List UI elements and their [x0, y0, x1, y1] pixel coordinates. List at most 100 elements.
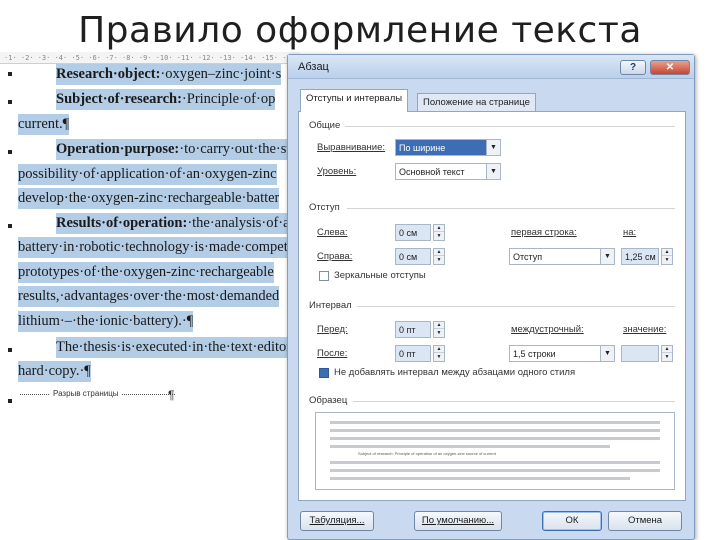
line-spacing-select[interactable]: 1,5 строки ▼: [509, 345, 615, 362]
level-label-text: Уровень:: [317, 166, 357, 177]
doc-line-1: Research·object:·oxygen–zinc·joint·s: [56, 64, 282, 85]
after-spinner[interactable]: ▲ ▼: [433, 345, 445, 362]
before-input[interactable]: 0 пт: [395, 321, 431, 338]
level-value: Основной текст: [399, 167, 465, 177]
help-button[interactable]: ?: [620, 60, 646, 75]
spin-down-icon[interactable]: ▼: [434, 257, 444, 264]
doc-line-6-text: develop·the·oxygen-zinc·rechargeable·bat…: [18, 190, 280, 206]
doc-line-2-bold: Subject·of·research:: [56, 91, 182, 107]
at-spinner[interactable]: ▲ ▼: [661, 345, 673, 362]
spin-up-icon[interactable]: ▲: [434, 322, 444, 329]
paragraph-mark: [8, 150, 12, 154]
preview-line: [330, 469, 660, 472]
set-default-button-label: По умолчанию...: [421, 515, 495, 526]
general-heading: Общие: [309, 120, 341, 131]
before-label-text: Перед:: [317, 324, 348, 335]
preview-divider: [353, 401, 675, 402]
indent-heading: Отступ: [309, 202, 340, 213]
doc-line-12-text: The·thesis·is·executed·in·the·text·edito…: [56, 339, 292, 355]
preview-box: Subject of research: Principle of operat…: [315, 412, 675, 490]
spin-up-icon[interactable]: ▲: [434, 249, 444, 256]
paragraph-mark: [8, 100, 12, 104]
after-label: После:: [317, 348, 347, 359]
first-line-select[interactable]: Отступ ▼: [509, 248, 615, 265]
line-spacing-label-text: междустрочный:: [511, 324, 584, 335]
tab-indents-spacing[interactable]: Отступы и интервалы: [300, 89, 409, 112]
spin-down-icon[interactable]: ▼: [434, 330, 444, 337]
preview-line: [330, 429, 660, 432]
left-indent-label: Слева:: [317, 227, 348, 238]
paragraph-dialog: Абзац ? ✕ Отступы и интервалы Положение …: [287, 54, 695, 540]
chevron-down-icon[interactable]: ▼: [600, 346, 614, 361]
doc-line-3-text: current.¶: [18, 116, 70, 132]
right-indent-spinner[interactable]: ▲ ▼: [433, 248, 445, 265]
right-indent-input[interactable]: 0 см: [395, 248, 431, 265]
tabs-button[interactable]: Табуляция...: [300, 511, 374, 531]
spin-up-icon[interactable]: ▲: [662, 249, 672, 256]
tab-panel: Общие Выравнивание: По ширине ▼ Уровень: …: [298, 111, 686, 501]
spin-down-icon[interactable]: ▼: [662, 354, 672, 361]
doc-line-7: Results·of·operation:·the·analysis·of·a: [56, 213, 290, 234]
preview-line: [330, 477, 630, 480]
first-line-label-text: первая строка:: [511, 227, 577, 238]
paragraph-mark: [8, 399, 12, 403]
before-spinner[interactable]: ▲ ▼: [433, 321, 445, 338]
level-label: Уровень:: [317, 166, 356, 177]
line-spacing-label: междустрочный:: [511, 324, 584, 335]
dialog-titlebar[interactable]: Абзац ? ✕: [288, 55, 694, 79]
mirror-indents-checkbox[interactable]: [319, 271, 329, 281]
spin-down-icon[interactable]: ▼: [434, 233, 444, 240]
slide-title: Правило оформление текста: [78, 10, 642, 51]
set-default-button[interactable]: По умолчанию...: [414, 511, 502, 531]
doc-line-4-bold: Operation·purpose:: [56, 141, 180, 157]
doc-line-9-text: prototypes·of·the·oxygen-zinc·rechargeab…: [18, 264, 274, 280]
no-space-checkbox[interactable]: [319, 368, 329, 378]
preview-line: [330, 445, 610, 448]
doc-line-11-text: lithium·–·the·ionic·battery).·¶: [18, 313, 194, 329]
close-button[interactable]: ✕: [650, 60, 690, 75]
line-spacing-value: 1,5 строки: [513, 349, 556, 359]
ok-button[interactable]: ОК: [542, 511, 602, 531]
before-label: Перед:: [317, 324, 348, 335]
by-label: на:: [623, 227, 636, 238]
no-space-label: Не добавлять интервал между абзацами одн…: [334, 367, 576, 378]
doc-line-4-text: ·to·carry·out·the·sta: [179, 141, 297, 157]
doc-line-7-bold: Results·of·operation:: [56, 215, 188, 231]
first-line-value: Отступ: [513, 252, 543, 262]
alignment-select[interactable]: По ширине ▼: [395, 139, 501, 156]
spin-down-icon[interactable]: ▼: [434, 354, 444, 361]
tab-line-page-breaks[interactable]: Положение на странице: [417, 93, 536, 111]
preview-sample-text: Subject of research: Principle of operat…: [358, 451, 496, 456]
by-spinner[interactable]: ▲ ▼: [661, 248, 673, 265]
at-input[interactable]: [621, 345, 659, 362]
cancel-button[interactable]: Отмена: [608, 511, 682, 531]
doc-line-5: possibility·of·application·of·an·oxygen-…: [18, 164, 277, 185]
after-input[interactable]: 0 пт: [395, 345, 431, 362]
spin-down-icon[interactable]: ▼: [662, 257, 672, 264]
alignment-label: Выравнивание:: [317, 142, 385, 153]
spin-up-icon[interactable]: ▲: [434, 225, 444, 232]
spin-up-icon[interactable]: ▲: [662, 346, 672, 353]
level-select[interactable]: Основной текст ▼: [395, 163, 501, 180]
at-label-text: значение:: [623, 324, 667, 335]
by-input[interactable]: 1,25 см: [621, 248, 659, 265]
doc-line-8-text: battery·in·robotic·technology·is·made·co…: [18, 239, 288, 255]
doc-line-1-text: ·oxygen–zinc·joint·s: [160, 66, 282, 82]
document-page: Research·object:·oxygen–zinc·joint·s Sub…: [0, 64, 300, 540]
doc-line-11: lithium·–·the·ionic·battery).·¶: [18, 311, 194, 332]
left-indent-spinner[interactable]: ▲ ▼: [433, 224, 445, 241]
doc-line-2-text: ·Principle·of·op: [181, 91, 276, 107]
spacing-heading: Интервал: [309, 300, 352, 311]
chevron-down-icon[interactable]: ▼: [600, 249, 614, 264]
chevron-down-icon[interactable]: ▼: [486, 164, 500, 179]
doc-line-5-text: possibility·of·application·of·an·oxygen-…: [18, 166, 277, 182]
spin-up-icon[interactable]: ▲: [434, 346, 444, 353]
doc-line-8: battery·in·robotic·technology·is·made·co…: [18, 237, 288, 258]
indent-divider: [347, 208, 675, 209]
doc-line-7-text: ·the·analysis·of·a: [187, 215, 290, 231]
preview-line: [330, 437, 660, 440]
chevron-down-icon[interactable]: ▼: [486, 140, 500, 155]
spacing-divider: [357, 306, 675, 307]
left-indent-input[interactable]: 0 см: [395, 224, 431, 241]
ruler: ·1· ·2· ·3· ·4· ·5· ·6· ·7· ·8· ·9· ·10·…: [0, 52, 300, 64]
